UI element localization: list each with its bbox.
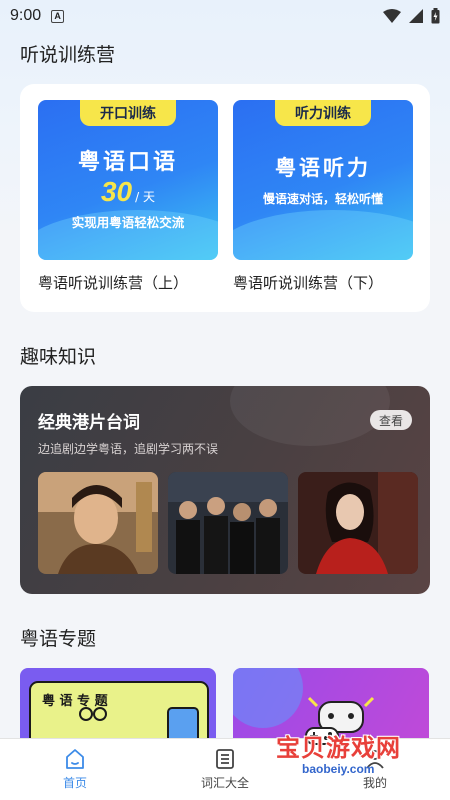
topic-card-2[interactable] xyxy=(233,668,429,748)
book-list-icon xyxy=(216,749,234,769)
topic-card-text: 粤 语 专 题 xyxy=(42,694,108,709)
card-title: 经典港片台词 xyxy=(38,413,140,433)
section-title-fun-knowledge: 趣味知识 xyxy=(20,346,97,368)
camp-rate: 30/ 天 xyxy=(38,176,218,208)
nav-item-home[interactable]: 首页 xyxy=(0,739,150,800)
movie-still-2[interactable] xyxy=(168,472,288,574)
section-title-training: 听说训练营 xyxy=(20,44,116,66)
view-button[interactable]: 查看 xyxy=(370,410,412,430)
camp-desc: 实现用粤语轻松交流 xyxy=(71,215,185,230)
camp-item-speaking[interactable]: 开口训练 粤语口语 30/ 天 实现用粤语轻松交流 粤语听说训练营（上） xyxy=(38,100,218,293)
nav-item-vocabulary[interactable]: 词汇大全 xyxy=(150,739,300,800)
bottom-nav: 首页 词汇大全 我的 xyxy=(0,738,450,800)
battery-icon xyxy=(431,8,440,24)
section-title-topics: 粤语专题 xyxy=(20,628,97,650)
nav-item-profile[interactable]: 我的 xyxy=(300,739,450,800)
camp-heading: 粤语口语 xyxy=(77,150,178,175)
notification-icon: A xyxy=(51,9,65,23)
status-time: 9:00 xyxy=(10,7,42,24)
nav-label: 首页 xyxy=(62,776,87,790)
training-camp-card: 开口训练 粤语口语 30/ 天 实现用粤语轻松交流 粤语听说训练营（上） 听力训… xyxy=(20,84,430,312)
camp-heading: 粤语听力 xyxy=(275,156,371,180)
camp-banner-speaking: 开口训练 粤语口语 30/ 天 实现用粤语轻松交流 xyxy=(38,100,218,260)
camp-desc: 慢语速对话，轻松听懂 xyxy=(262,192,383,206)
camp-label: 粤语听说训练营（下） xyxy=(233,274,384,292)
nav-label: 我的 xyxy=(362,776,387,790)
camp-banner-listening: 听力训练 粤语听力 慢语速对话，轻松听懂 xyxy=(233,100,413,260)
status-bar: 9:00 A xyxy=(0,0,450,32)
movie-still-1[interactable] xyxy=(38,472,158,574)
nav-label: 词汇大全 xyxy=(200,776,249,790)
wifi-icon xyxy=(383,9,401,23)
card-subtitle: 边追剧边学粤语，追剧学习两不误 xyxy=(38,442,219,456)
camp-item-listening[interactable]: 听力训练 粤语听力 慢语速对话，轻松听懂 粤语听说训练营（下） xyxy=(233,100,413,293)
camp-unit: / 天 xyxy=(135,190,155,204)
status-icons xyxy=(383,8,440,24)
hk-movie-lines-card[interactable]: 经典港片台词 边追剧边学粤语，追剧学习两不误 查看 xyxy=(20,386,430,594)
topic-card-1[interactable]: 粤 语 专 题 xyxy=(20,668,216,748)
signal-icon xyxy=(409,9,423,23)
camp-number: 30 xyxy=(100,176,133,207)
home-icon xyxy=(66,749,84,769)
profile-icon xyxy=(366,750,384,769)
movie-still-3[interactable] xyxy=(298,472,418,574)
camp-label: 粤语听说训练营（上） xyxy=(38,274,189,292)
camp-tag: 听力训练 xyxy=(275,100,371,126)
camp-tag: 开口训练 xyxy=(80,100,176,126)
